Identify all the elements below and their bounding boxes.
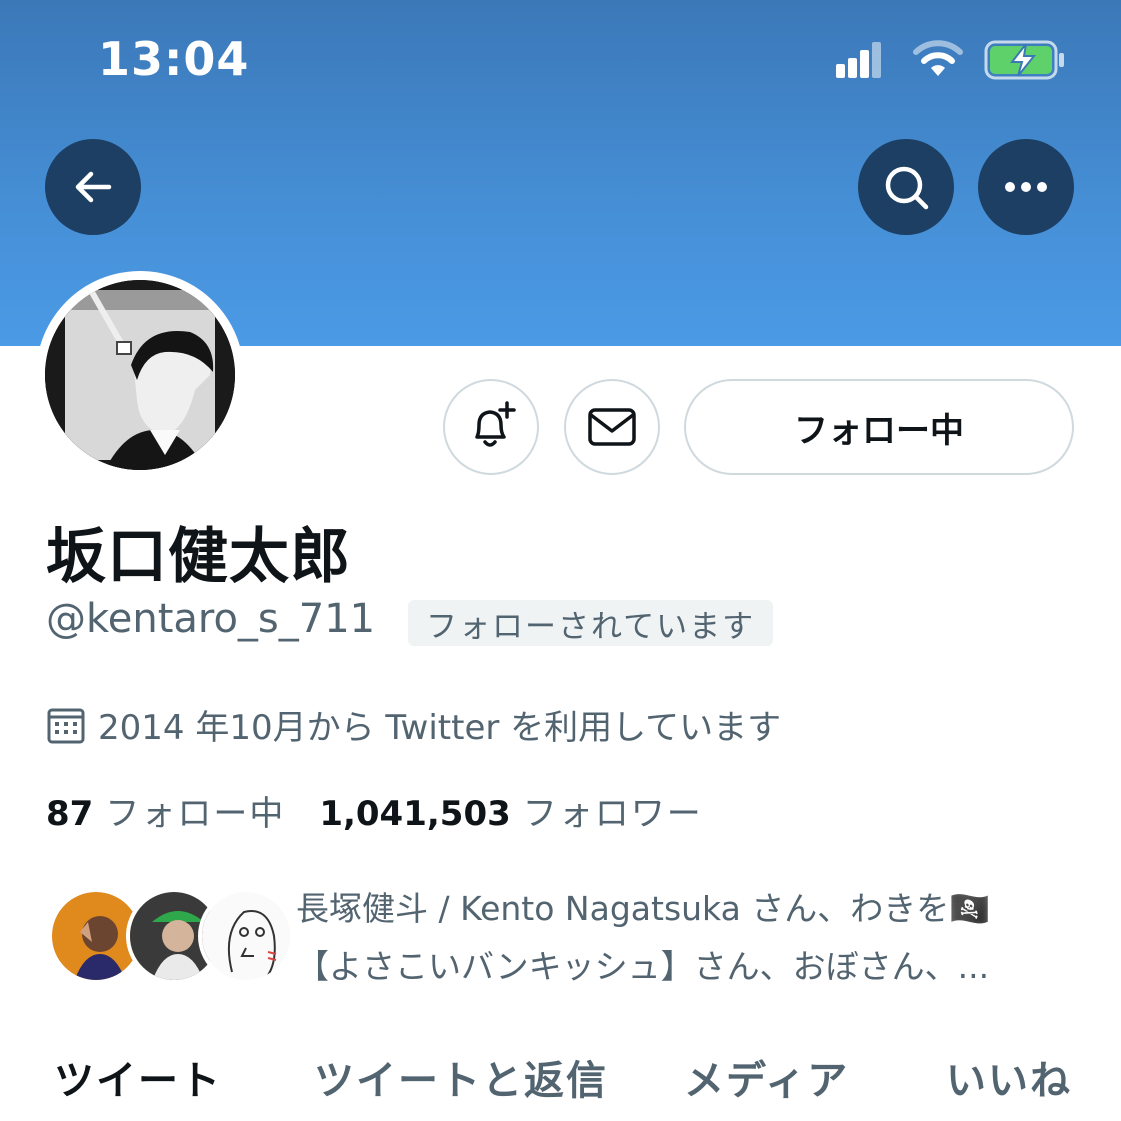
avatar-photo [45, 280, 235, 470]
arrow-left-icon [75, 171, 112, 203]
tab-tweets[interactable]: ツイート [54, 1048, 222, 1106]
followers-you-know-avatars[interactable] [48, 882, 294, 992]
search-icon [885, 166, 929, 210]
following-link[interactable]: 87 フォロー中 [46, 786, 285, 835]
search-button[interactable] [858, 139, 954, 235]
following-button[interactable]: フォロー中 [684, 379, 1074, 475]
follower-avatar [198, 888, 294, 984]
back-button[interactable] [45, 139, 141, 235]
tab-tweets-and-replies[interactable]: ツイートと返信 [314, 1048, 608, 1106]
bell-plus-icon [475, 401, 516, 447]
profile-tabs: ツイート ツイートと返信 メディア いいね [0, 1040, 1121, 1121]
profile-avatar[interactable] [36, 271, 244, 479]
notifications-button[interactable] [443, 379, 539, 475]
follow-stats: 87 フォロー中 1,041,503 フォロワー [46, 786, 703, 835]
followers-you-know-line1: 長塚健斗 / Kento Nagatsuka さん、わきを🏴‍☠️ [296, 889, 991, 928]
followers-label: フォロワー [522, 794, 703, 834]
status-time: 13:04 [98, 32, 250, 86]
joined-text: 2014 年10月から Twitter を利用しています [98, 708, 782, 748]
tab-likes[interactable]: いいね [946, 1048, 1072, 1106]
user-handle: @kentaro_s_711 [46, 596, 376, 642]
tab-media[interactable]: メディア [684, 1048, 849, 1106]
joined-date: 2014 年10月から Twitter を利用しています [46, 700, 781, 749]
following-label: フォロー中 [105, 794, 286, 834]
more-options-button[interactable] [978, 139, 1074, 235]
following-count: 87 [46, 794, 94, 834]
cellular-signal-icon [836, 42, 882, 78]
envelope-icon [588, 408, 636, 446]
battery-charging-icon [984, 40, 1064, 80]
followers-link[interactable]: 1,041,503 フォロワー [319, 786, 702, 835]
followers-count: 1,041,503 [319, 794, 511, 834]
message-button[interactable] [564, 379, 660, 475]
more-horizontal-icon [1005, 182, 1047, 192]
calendar-icon [47, 708, 85, 743]
followers-you-know-line2: 【よさこいバンキッシュ】さん、おぼさん、... [296, 947, 990, 986]
follows-you-badge: フォローされています [408, 600, 774, 646]
wifi-icon [913, 40, 963, 76]
followers-you-know-text[interactable]: 長塚健斗 / Kento Nagatsuka さん、わきを🏴‍☠️ 【よさこいバ… [296, 880, 1076, 996]
display-name: 坂口健太郎 [46, 522, 351, 592]
